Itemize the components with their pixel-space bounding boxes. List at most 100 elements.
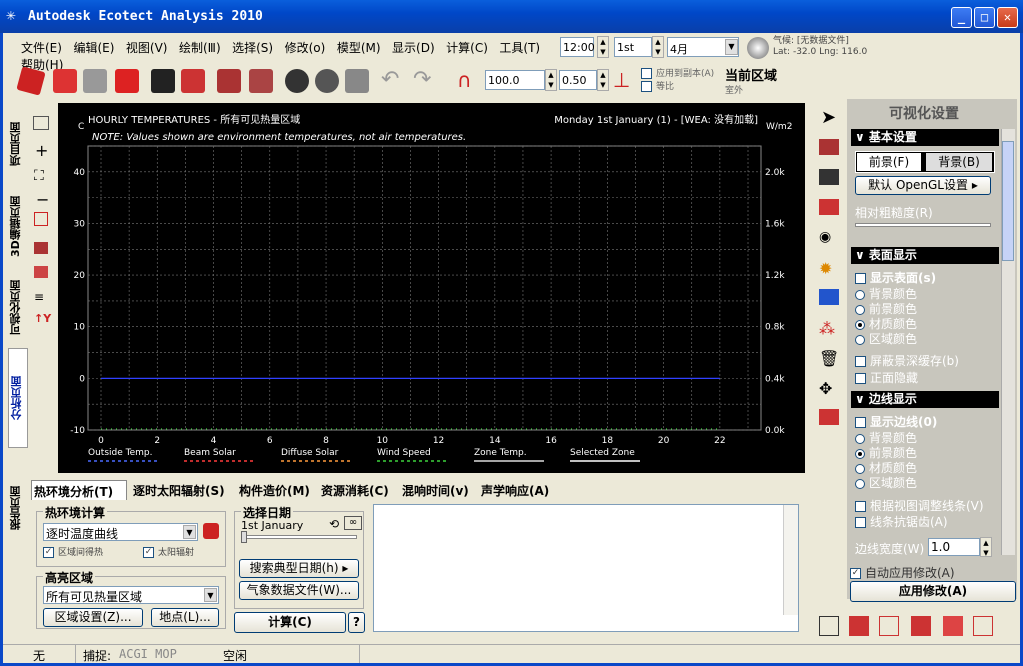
menu-model[interactable]: 模型(M)	[337, 41, 381, 55]
inter-zone-checkbox[interactable]: ✓	[43, 547, 54, 558]
tab-3d-edit[interactable]: 3D编辑页面	[8, 187, 28, 267]
thermal-select[interactable]: 逐时温度曲线	[43, 523, 198, 541]
help-button[interactable]: ?	[348, 612, 365, 633]
tab-project[interactable]: 项目页面	[8, 109, 28, 179]
date-slider-thumb[interactable]	[241, 531, 247, 543]
layers-icon[interactable]	[217, 69, 241, 93]
display-icon[interactable]	[151, 69, 175, 93]
layer-stack-icon[interactable]	[819, 139, 839, 155]
view-top-icon[interactable]	[819, 616, 839, 636]
settings-icon[interactable]	[315, 69, 339, 93]
magnet-icon[interactable]: ∩	[457, 69, 481, 93]
day-input[interactable]: 1st	[614, 37, 652, 57]
tab-thermal[interactable]: 热环境分析(T)	[31, 480, 127, 500]
scale-input[interactable]: 0.50	[559, 70, 597, 90]
tab-solar[interactable]: 逐时太阳辐射(S)	[133, 482, 225, 499]
day-spinner[interactable]: ▲ ▼	[652, 36, 664, 58]
redo-icon[interactable]: ↷	[413, 69, 437, 93]
surface-zone-color-radio[interactable]	[855, 334, 865, 345]
edge-material-color-radio[interactable]	[855, 463, 865, 474]
mesh-icon[interactable]	[345, 69, 369, 93]
calculate-button[interactable]: 计算(C)	[234, 612, 346, 633]
render-icon[interactable]	[34, 242, 48, 254]
apply-copy-checkbox[interactable]	[641, 68, 652, 79]
save-icon[interactable]	[83, 69, 107, 93]
menu-view[interactable]: 视图(V)	[126, 41, 168, 55]
show-surface-checkbox[interactable]: ✓	[855, 273, 866, 284]
tab-visual[interactable]: 可视化页面	[8, 273, 28, 343]
output-textarea[interactable]	[373, 504, 799, 632]
view-camera-icon[interactable]	[973, 616, 993, 636]
solar-checkbox[interactable]: ✓	[143, 547, 154, 558]
maximize-button[interactable]: □	[974, 7, 995, 28]
refresh-icon[interactable]: ⟲	[329, 517, 339, 531]
menu-file[interactable]: 文件(E)	[21, 41, 62, 55]
new-file-icon[interactable]	[16, 66, 46, 96]
bars-icon[interactable]: ≡	[34, 290, 44, 304]
output-scrollbar[interactable]	[783, 505, 798, 615]
zoom-in-icon[interactable]: +	[35, 143, 48, 159]
roughness-slider[interactable]	[855, 223, 991, 227]
undo-icon[interactable]: ↶	[381, 69, 405, 93]
checker-icon[interactable]	[819, 169, 839, 185]
menu-edit[interactable]: 编辑(E)	[73, 41, 114, 55]
chart-options-icon[interactable]	[203, 523, 219, 539]
backface-checkbox[interactable]	[855, 373, 866, 384]
material-icon[interactable]	[819, 199, 839, 215]
tab-cost[interactable]: 构件造价(M)	[239, 482, 310, 499]
globe-icon[interactable]	[747, 37, 769, 59]
date-slider[interactable]	[241, 535, 357, 539]
edge-display-header[interactable]: ∨ 边线显示	[851, 391, 999, 408]
edge-zone-color-radio[interactable]	[855, 478, 865, 489]
view-perspective-icon[interactable]	[943, 616, 963, 636]
depth-buffer-checkbox[interactable]	[855, 356, 866, 367]
minimize-button[interactable]: _	[951, 7, 972, 28]
chevron-down-icon[interactable]: ▼	[725, 39, 738, 55]
move-icon[interactable]: ✥	[819, 379, 832, 398]
surface-display-header[interactable]: ∨ 表面显示	[851, 247, 999, 264]
edge-width-spinner[interactable]: ▲ ▼	[980, 537, 992, 557]
axis-y-icon[interactable]: ↑Y	[34, 312, 51, 325]
edge-width-input[interactable]: 1.0	[928, 538, 980, 556]
chevron-down-icon[interactable]: ▼	[204, 588, 217, 602]
hour-input[interactable]: 12:00	[560, 37, 595, 57]
sun-icon[interactable]: ✹	[819, 259, 832, 278]
gear-icon[interactable]	[285, 69, 309, 93]
view-icon[interactable]	[33, 116, 49, 130]
axis-icon[interactable]: ⊥	[613, 69, 637, 93]
panel-scroll-thumb[interactable]	[1002, 141, 1014, 261]
plane-icon[interactable]	[819, 289, 839, 305]
tab-resource[interactable]: 资源消耗(C)	[321, 482, 389, 499]
trash-icon[interactable]: 🗑	[819, 349, 839, 368]
stack-icon[interactable]	[249, 69, 273, 93]
zoom-out-icon[interactable]: −	[36, 190, 49, 209]
opengl-defaults-button[interactable]: 默认 OpenGL设置 ▸	[855, 176, 991, 195]
tab-reverb[interactable]: 混响时间(v)	[402, 482, 469, 499]
show-edge-checkbox[interactable]: ✓	[855, 417, 866, 428]
edge-fg-color-radio[interactable]	[855, 448, 865, 459]
increment-input[interactable]: 100.0	[485, 70, 545, 90]
menu-calc[interactable]: 计算(C)	[446, 41, 488, 55]
menu-modify[interactable]: 修改(o)	[285, 41, 326, 55]
fit-icon[interactable]: ⛶	[34, 168, 44, 184]
shade-icon[interactable]	[34, 266, 48, 278]
camera-icon[interactable]	[34, 212, 48, 226]
menu-display[interactable]: 显示(D)	[392, 41, 435, 55]
grid-icon[interactable]	[181, 69, 205, 93]
location-button[interactable]: 地点(L)...	[151, 608, 219, 627]
foreground-button[interactable]: 前景(F)	[857, 153, 921, 171]
pointer-icon[interactable]: ➤	[821, 107, 836, 128]
typical-date-button[interactable]: 搜索典型日期(h) ▸	[239, 559, 359, 578]
menu-tools[interactable]: 工具(T)	[499, 41, 540, 55]
surface-fg-color-radio[interactable]	[855, 304, 865, 315]
nodes-icon[interactable]: ⁂	[819, 319, 835, 338]
tab-report[interactable]: 报告页面	[8, 453, 28, 563]
view-front-icon[interactable]	[849, 616, 869, 636]
chevron-down-icon[interactable]: ▼	[183, 525, 196, 539]
basic-settings-header[interactable]: ∨ 基本设置	[851, 129, 999, 146]
weather-file-button[interactable]: 气象数据文件(W)...	[239, 581, 359, 600]
menu-select[interactable]: 选择(S)	[232, 41, 273, 55]
tab-acoustic[interactable]: 声学响应(A)	[481, 482, 549, 499]
tab-analysis[interactable]: 分析页面	[8, 348, 28, 448]
zone-settings-button[interactable]: 区域设置(Z)...	[43, 608, 143, 627]
